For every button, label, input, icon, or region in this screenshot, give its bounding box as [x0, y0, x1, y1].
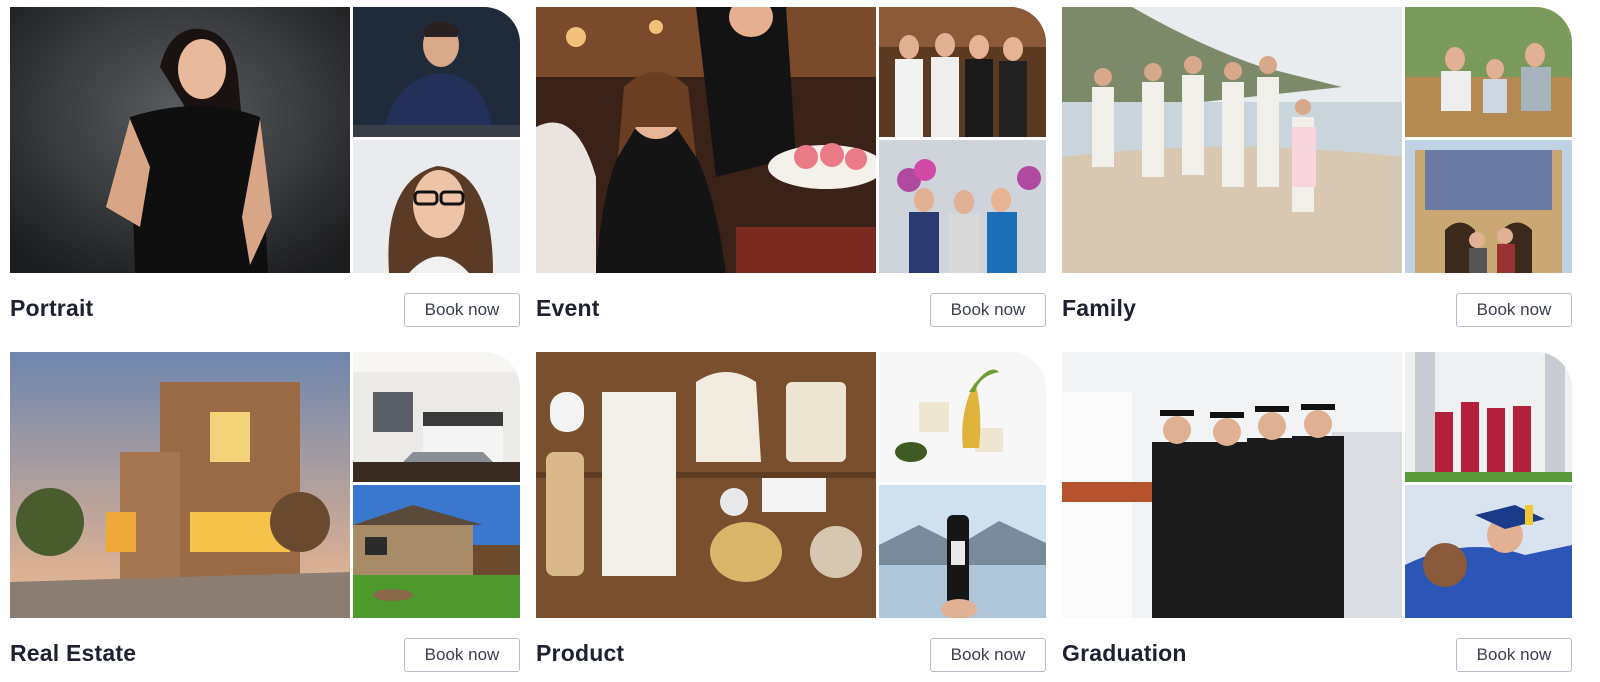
photo-collage [1062, 7, 1572, 273]
event-photo-3[interactable] [879, 140, 1046, 273]
service-card-real-estate: Real Estate Book now [10, 352, 520, 682]
service-card-event: Event Book now [536, 7, 1046, 337]
graduation-photo-3[interactable] [1405, 485, 1572, 618]
service-title: Family [1062, 295, 1137, 321]
photo-collage [10, 352, 520, 618]
graduation-main-photo[interactable] [1062, 352, 1402, 618]
photo-collage [10, 7, 520, 273]
photo-collage [1062, 352, 1572, 618]
book-now-button[interactable]: Book now [404, 638, 520, 672]
event-main-photo[interactable] [536, 7, 876, 273]
book-now-button[interactable]: Book now [404, 293, 520, 327]
service-title: Product [536, 640, 625, 666]
photo-collage [536, 7, 1046, 273]
book-now-button[interactable]: Book now [1456, 293, 1572, 327]
portrait-photo-3[interactable] [353, 140, 520, 273]
book-now-button[interactable]: Book now [930, 293, 1046, 327]
service-card-portrait: Portrait Book now [10, 7, 520, 337]
family-main-photo[interactable] [1062, 7, 1402, 273]
real-estate-main-photo[interactable] [10, 352, 350, 618]
family-photo-2[interactable] [1405, 7, 1572, 137]
product-photo-2[interactable] [879, 352, 1046, 482]
portrait-main-photo[interactable] [10, 7, 350, 273]
event-photo-2[interactable] [879, 7, 1046, 137]
service-card-product: Product Book now [536, 352, 1046, 682]
product-main-photo[interactable] [536, 352, 876, 618]
graduation-photo-2[interactable] [1405, 352, 1572, 482]
product-photo-3[interactable] [879, 485, 1046, 618]
family-photo-3[interactable] [1405, 140, 1572, 273]
service-card-graduation: Graduation Book now [1062, 352, 1572, 682]
book-now-button[interactable]: Book now [930, 638, 1046, 672]
service-title: Event [536, 295, 600, 321]
book-now-button[interactable]: Book now [1456, 638, 1572, 672]
service-card-family: Family Book now [1062, 7, 1572, 337]
portrait-photo-2[interactable] [353, 7, 520, 137]
service-title: Portrait [10, 295, 94, 321]
service-title: Graduation [1062, 640, 1187, 666]
service-title: Real Estate [10, 640, 137, 666]
real-estate-photo-3[interactable] [353, 485, 520, 618]
photo-collage [536, 352, 1046, 618]
real-estate-photo-2[interactable] [353, 352, 520, 482]
